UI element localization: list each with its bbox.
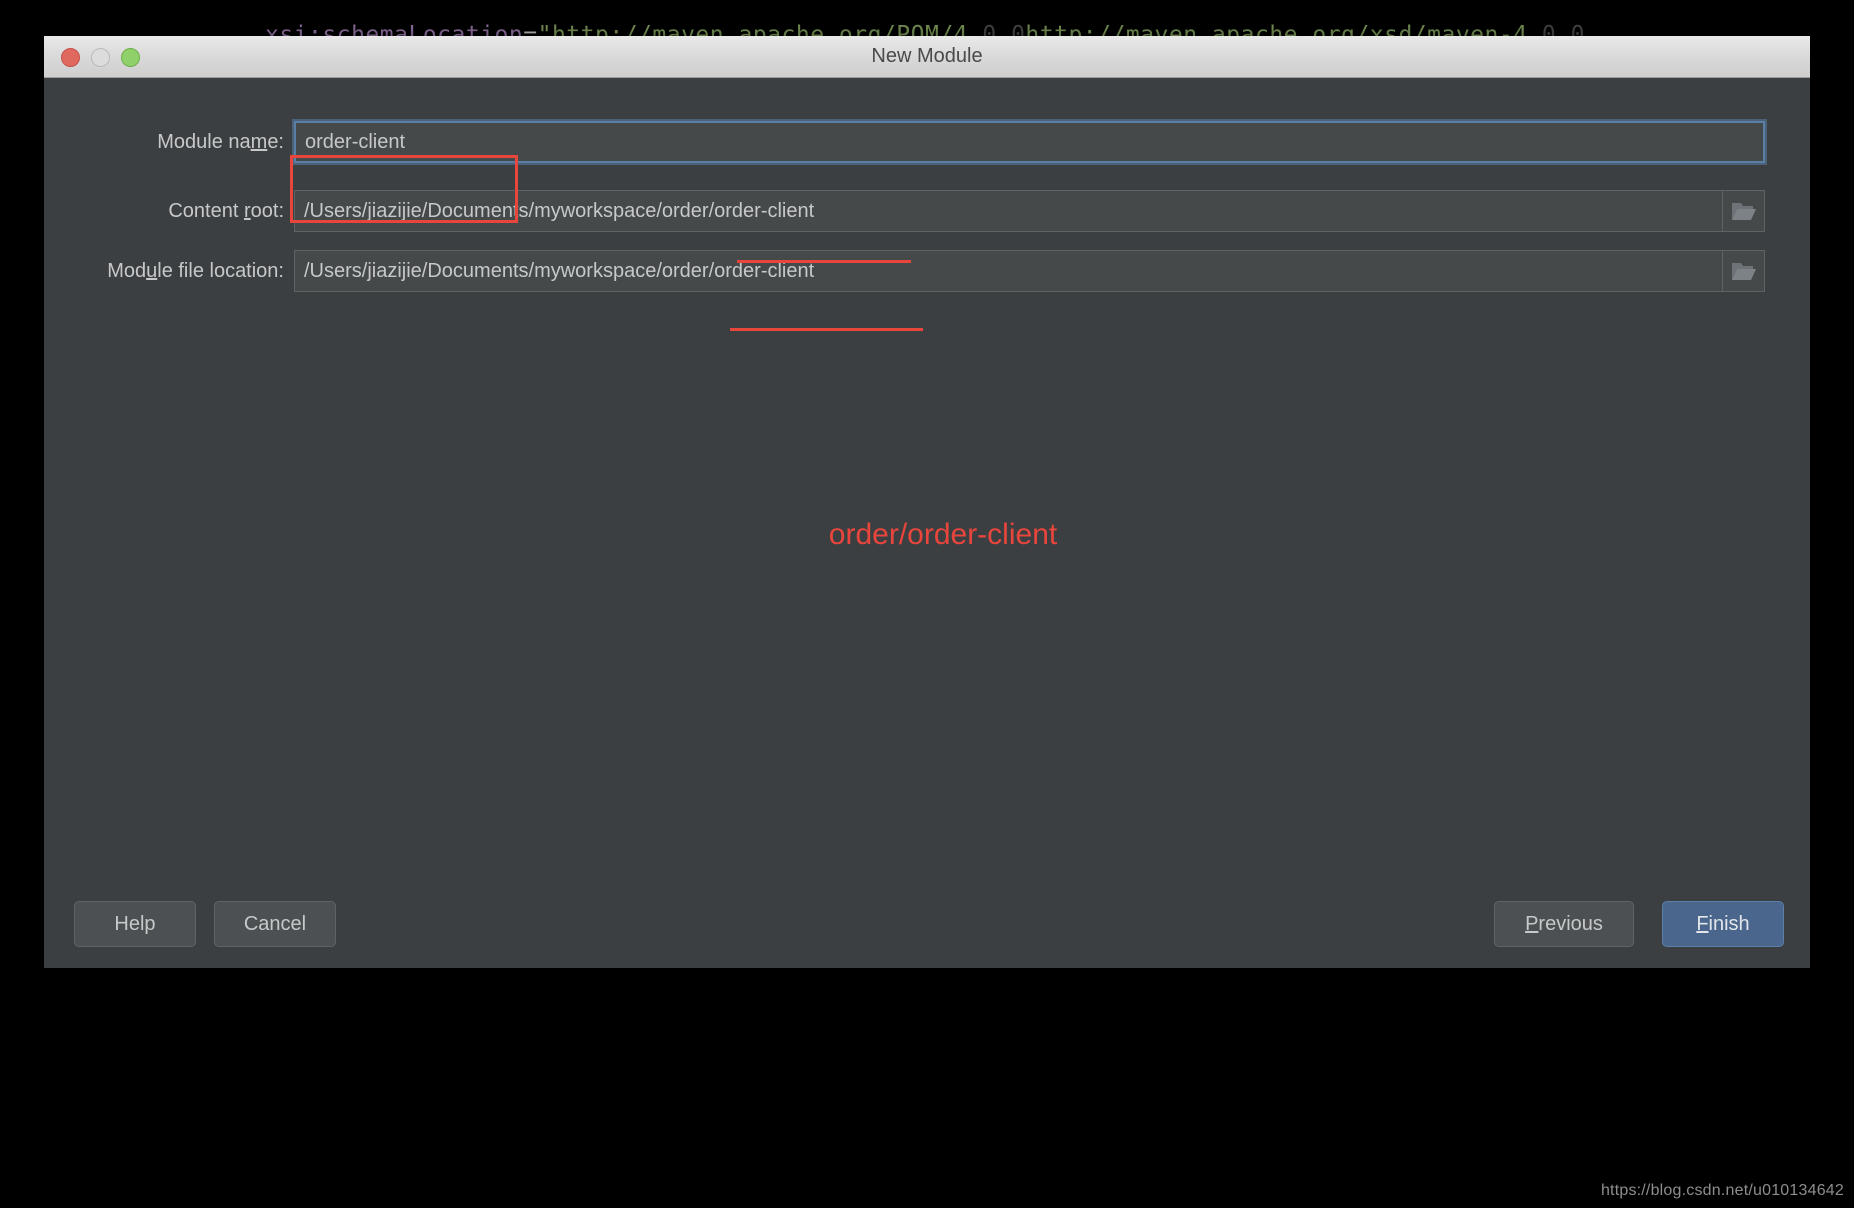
module-name-label-before: Module na: [157, 130, 251, 153]
finish-button-label: inish: [1708, 912, 1750, 935]
content-root-label: Content root:: [44, 200, 294, 223]
module-file-location-label-after: le file location:: [157, 259, 284, 282]
content-root-label-before: Content: [168, 199, 244, 222]
module-file-location-browse-button[interactable]: [1723, 250, 1765, 292]
cancel-button[interactable]: Cancel: [214, 901, 336, 947]
folder-open-icon: [1731, 201, 1757, 222]
annotation-underline-module-file-location: [730, 328, 923, 331]
previous-button-mnemonic: P: [1525, 912, 1539, 935]
module-name-input[interactable]: [294, 121, 1765, 163]
module-file-location-input[interactable]: [294, 250, 1723, 292]
folder-open-icon: [1731, 261, 1757, 282]
content-root-input[interactable]: [294, 190, 1723, 232]
content-root-browse-button[interactable]: [1723, 190, 1765, 232]
annotation-center-text: order/order-client: [828, 518, 1058, 551]
module-name-label-after: e:: [267, 130, 284, 153]
help-button[interactable]: Help: [74, 901, 196, 947]
content-root-field-wrap: [294, 190, 1765, 232]
form-row-module-name: Module name:: [44, 121, 1810, 163]
new-module-dialog: New Module Module name: Content root:: [44, 36, 1810, 968]
finish-button-mnemonic: F: [1696, 912, 1709, 935]
module-file-location-label-before: Mod: [107, 259, 147, 282]
content-root-label-mnemonic: r: [243, 199, 251, 222]
dialog-body: Module name: Content root:: [44, 78, 1810, 968]
module-file-location-field-wrap: [294, 250, 1765, 292]
dialog-title-bar[interactable]: New Module: [44, 36, 1810, 78]
module-file-location-label: Module file location:: [44, 260, 294, 283]
dialog-title: New Module: [871, 45, 983, 67]
previous-button[interactable]: Previous: [1494, 901, 1634, 947]
finish-button[interactable]: Finish: [1662, 901, 1784, 947]
module-file-location-label-mnemonic: u: [146, 259, 158, 282]
form-row-module-file-location: Module file location:: [44, 250, 1810, 292]
previous-button-label: revious: [1538, 912, 1603, 935]
form-row-content-root: Content root:: [44, 190, 1810, 232]
module-name-field-wrap: [294, 121, 1765, 163]
watermark: https://blog.csdn.net/u010134642: [1600, 1182, 1844, 1199]
content-root-label-after: oot:: [250, 199, 284, 222]
module-name-label: Module name:: [44, 131, 294, 154]
dialog-button-bar: Help Cancel Previous Finish: [44, 901, 1810, 947]
module-name-label-mnemonic: m: [250, 130, 268, 153]
